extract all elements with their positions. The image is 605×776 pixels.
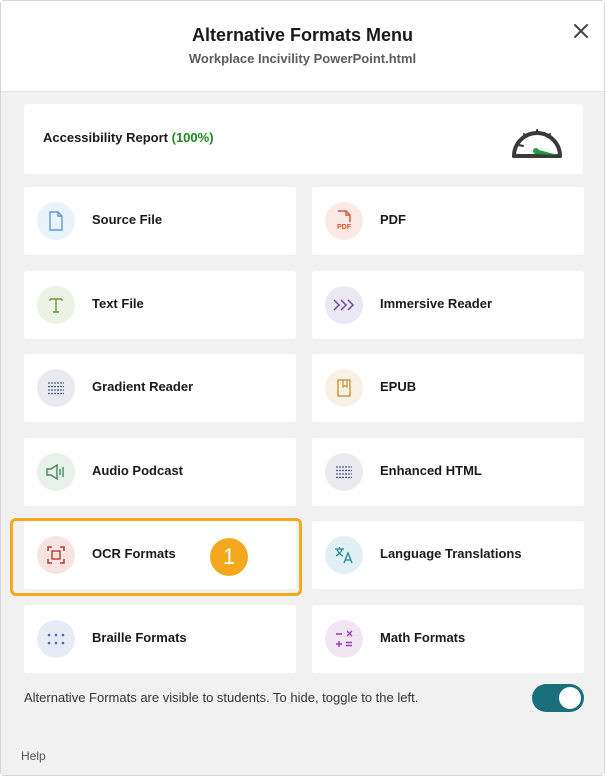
format-label: Text File: [92, 295, 144, 311]
format-label: Enhanced HTML: [380, 462, 482, 478]
enhanced-html-icon: [325, 452, 363, 491]
braille-icon: [37, 619, 75, 658]
format-label: Audio Podcast: [92, 462, 184, 478]
format-label: Language Translations: [380, 546, 522, 561]
accessibility-report-card[interactable]: Accessibility Report (100%): [24, 104, 583, 174]
dialog-header: Alternative Formats Menu Workplace Inciv…: [1, 1, 604, 91]
speaker-icon: [37, 452, 75, 491]
math-icon: [325, 619, 363, 658]
ocr-highlight-outline: [10, 518, 302, 596]
translate-icon: [325, 536, 363, 574]
format-label: Gradient Reader: [92, 379, 194, 394]
text-icon: [37, 285, 75, 324]
accessibility-report-text: Accessibility Report: [43, 130, 168, 145]
document-icon: [37, 202, 75, 240]
file-name: Workplace Incivility PowerPoint.html: [188, 51, 417, 66]
format-card-pdf[interactable]: PDF PDF: [312, 187, 584, 255]
close-icon: [574, 24, 588, 38]
accessibility-report-label: Accessibility Report (100%): [43, 130, 214, 145]
format-card-source-file[interactable]: Source File: [24, 187, 296, 255]
format-label: Braille Formats: [92, 629, 187, 645]
format-label: EPUB: [380, 379, 417, 394]
help-link[interactable]: Help: [21, 749, 46, 763]
svg-text:PDF: PDF: [337, 224, 352, 231]
format-label: Math Formats: [380, 629, 466, 645]
format-card-audio-podcast[interactable]: Audio Podcast: [24, 437, 296, 506]
format-label: Source File: [92, 212, 163, 227]
immersive-reader-icon: [325, 285, 363, 324]
format-label: Immersive Reader: [380, 295, 493, 311]
close-button[interactable]: [567, 17, 595, 45]
format-card-immersive-reader[interactable]: Immersive Reader: [312, 270, 584, 339]
format-card-math-formats[interactable]: Math Formats: [312, 604, 584, 673]
format-card-language-translations[interactable]: Language Translations: [312, 521, 584, 589]
book-icon: [325, 369, 363, 407]
format-card-text-file[interactable]: Text File: [24, 270, 296, 339]
gradient-reader-icon: [37, 369, 75, 407]
gauge-icon: [512, 129, 562, 158]
format-card-epub[interactable]: EPUB: [312, 354, 584, 422]
accessibility-score: (100%): [171, 130, 214, 145]
format-card-enhanced-html[interactable]: Enhanced HTML: [312, 437, 584, 506]
format-card-gradient-reader[interactable]: Gradient Reader: [24, 354, 296, 422]
callout-badge: 1: [210, 538, 248, 576]
visibility-text: Alternative Formats are visible to stude…: [24, 690, 419, 705]
dialog-title: Alternative Formats Menu: [191, 25, 414, 45]
visibility-toggle[interactable]: [532, 684, 584, 712]
toggle-knob: [559, 687, 581, 709]
format-label: PDF: [380, 212, 406, 227]
pdf-icon: PDF: [325, 202, 363, 240]
formats-panel: Accessibility Report (100%) Source File P…: [1, 91, 604, 775]
alternative-formats-dialog: Alternative Formats Menu Workplace Inciv…: [0, 0, 605, 776]
format-card-braille-formats[interactable]: Braille Formats: [24, 604, 296, 673]
